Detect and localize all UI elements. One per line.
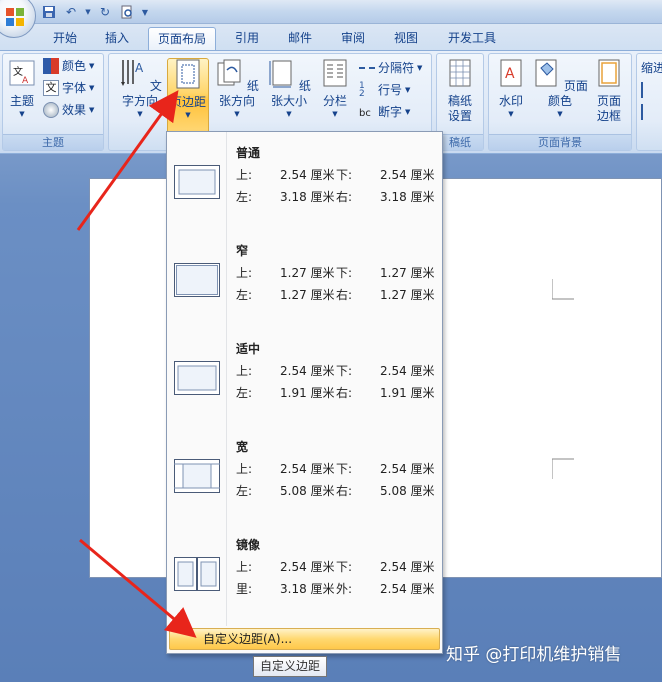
dropdown-small-icon[interactable]: ▼ xyxy=(84,3,92,21)
redo-icon[interactable]: ↻ xyxy=(96,3,114,21)
columns-button[interactable]: 分栏 ▼ xyxy=(317,58,353,119)
margins-button[interactable]: 页边距 ▼ xyxy=(167,58,209,136)
page-borders-button[interactable]: 页面 边框 xyxy=(591,58,627,124)
tab-insert[interactable]: 插入 xyxy=(100,27,134,50)
paper-size-icon xyxy=(269,60,292,88)
margin-option-mirrored[interactable]: 镜像 上: 2.54 厘米 下: 2.54 厘米 里: 3.18 厘米 外: 2.54 … xyxy=(167,524,442,622)
customize-qat-icon[interactable]: ▼ xyxy=(140,3,150,21)
quick-access-toolbar: ↶ ▼ ↻ ▼ xyxy=(40,2,150,22)
theme-effects-button[interactable]: 效果 ▼ xyxy=(43,100,94,120)
group-manuscript: 稿纸 设置 稿纸 xyxy=(436,53,484,151)
source-watermark-text: 知乎 @打印机维护销售 xyxy=(446,645,622,665)
tab-home[interactable]: 开始 xyxy=(48,27,82,50)
effects-icon xyxy=(43,102,59,118)
chevron-down-icon: ▼ xyxy=(508,110,514,118)
chevron-down-icon: ▼ xyxy=(234,110,240,118)
margin-corner-mark xyxy=(552,279,574,300)
svg-text:A: A xyxy=(135,61,144,75)
group-page-background: A 水印 ▼ 页面颜色 ▼ 页面 边框 页面背景 xyxy=(488,53,632,151)
margin-preview-moderate xyxy=(174,361,220,395)
margin-option-wide[interactable]: 宽 上: 2.54 厘米 下: 2.54 厘米 左: 5.08 厘米 右: 5.08 厘… xyxy=(167,426,442,524)
margin-option-normal[interactable]: 普通 上: 2.54 厘米 下: 2.54 厘米 左: 3.18 厘米 右: 3.18 … xyxy=(167,132,442,230)
margin-corner-mark xyxy=(552,458,574,479)
indent-left-icon[interactable] xyxy=(641,80,657,100)
group-themes: 文 A 主题 ▼ 颜色 ▼ 文 字体 ▼ 效果 ▼ 主题 xyxy=(2,53,104,151)
tab-review[interactable]: 审阅 xyxy=(336,27,370,50)
margin-option-narrow[interactable]: 窄 上: 1.27 厘米 下: 1.27 厘米 左: 1.27 厘米 右: 1.27 厘… xyxy=(167,230,442,328)
custom-margins-button[interactable]: 自定义边距(A)... xyxy=(169,628,440,650)
group-paragraph: 缩进 xyxy=(636,53,662,151)
tab-developer[interactable]: 开发工具 xyxy=(442,27,502,50)
themes-icon: 文 A xyxy=(9,60,35,86)
manuscript-grid-icon xyxy=(449,59,471,87)
orientation-button[interactable]: 纸张方向 ▼ xyxy=(211,58,263,119)
chevron-down-icon: ▼ xyxy=(332,110,338,118)
hyphenation-icon: bc xyxy=(359,108,371,119)
theme-colors-button[interactable]: 颜色 ▼ xyxy=(43,56,94,76)
custom-margins-tooltip: 自定义边距 xyxy=(253,656,328,677)
chevron-down-icon: ▼ xyxy=(137,110,143,118)
margin-preview-wide xyxy=(174,459,220,493)
undo-icon[interactable]: ↶ xyxy=(62,3,80,21)
breaks-button[interactable]: 分隔符 ▼ xyxy=(359,58,422,78)
ribbon-tabs: 开始 插入 页面布局 引用 邮件 审阅 视图 开发工具 xyxy=(0,24,662,50)
size-button[interactable]: 纸张大小 ▼ xyxy=(263,58,315,119)
title-bar: ↶ ▼ ↻ ▼ xyxy=(0,0,662,24)
group-label-themes: 主题 xyxy=(3,134,103,150)
margins-icon xyxy=(176,59,200,89)
margin-preview-mirrored xyxy=(174,557,220,591)
line-numbers-icon: 12 xyxy=(359,81,365,99)
watermark-button[interactable]: A 水印 ▼ xyxy=(493,58,529,119)
tab-references[interactable]: 引用 xyxy=(230,27,264,50)
text-direction-button[interactable]: A 文字方向 ▼ xyxy=(113,58,167,119)
save-icon[interactable] xyxy=(40,3,58,21)
watermark-icon: A xyxy=(500,59,522,87)
chevron-down-icon: ▼ xyxy=(557,110,563,118)
office-logo-icon xyxy=(6,8,24,26)
tab-page-layout[interactable]: 页面布局 xyxy=(148,27,216,50)
hyphenation-button[interactable]: bc 断字 ▼ xyxy=(359,102,410,122)
themes-button[interactable]: 文 A 主题 ▼ xyxy=(5,58,39,119)
line-numbers-button[interactable]: 12 行号 ▼ xyxy=(359,80,410,100)
margins-dropdown-menu: 普通 上: 2.54 厘米 下: 2.54 厘米 左: 3.18 厘米 右: 3.18 … xyxy=(166,131,443,654)
chevron-down-icon: ▼ xyxy=(19,110,25,118)
print-preview-icon[interactable] xyxy=(118,3,136,21)
page-color-button[interactable]: 页面颜色 ▼ xyxy=(531,58,589,119)
margin-preview-narrow xyxy=(174,263,220,297)
group-label-manuscript: 稿纸 xyxy=(437,134,483,150)
theme-fonts-button[interactable]: 文 字体 ▼ xyxy=(43,78,94,98)
orientation-icon xyxy=(217,59,241,86)
tab-mailings[interactable]: 邮件 xyxy=(283,27,317,50)
font-icon: 文 xyxy=(43,80,59,96)
breaks-icon xyxy=(359,67,375,75)
svg-text:A: A xyxy=(505,66,515,82)
svg-text:A: A xyxy=(22,76,29,86)
paint-bucket-icon xyxy=(535,59,557,87)
margin-preview-normal xyxy=(174,165,220,199)
indent-label: 缩进 xyxy=(641,61,662,75)
group-label-page-background: 页面背景 xyxy=(489,134,631,150)
text-direction-icon: A xyxy=(121,60,144,86)
color-palette-icon xyxy=(43,58,59,74)
indent-right-icon[interactable] xyxy=(641,102,657,122)
tab-view[interactable]: 视图 xyxy=(389,27,423,50)
chevron-down-icon: ▼ xyxy=(185,111,191,119)
margin-option-moderate[interactable]: 适中 上: 2.54 厘米 下: 2.54 厘米 左: 1.91 厘米 右: 1.91 … xyxy=(167,328,442,426)
columns-icon xyxy=(323,59,347,87)
chevron-down-icon: ▼ xyxy=(286,110,292,118)
manuscript-settings-button[interactable]: 稿纸 设置 xyxy=(440,58,480,124)
page-border-icon xyxy=(598,59,620,87)
